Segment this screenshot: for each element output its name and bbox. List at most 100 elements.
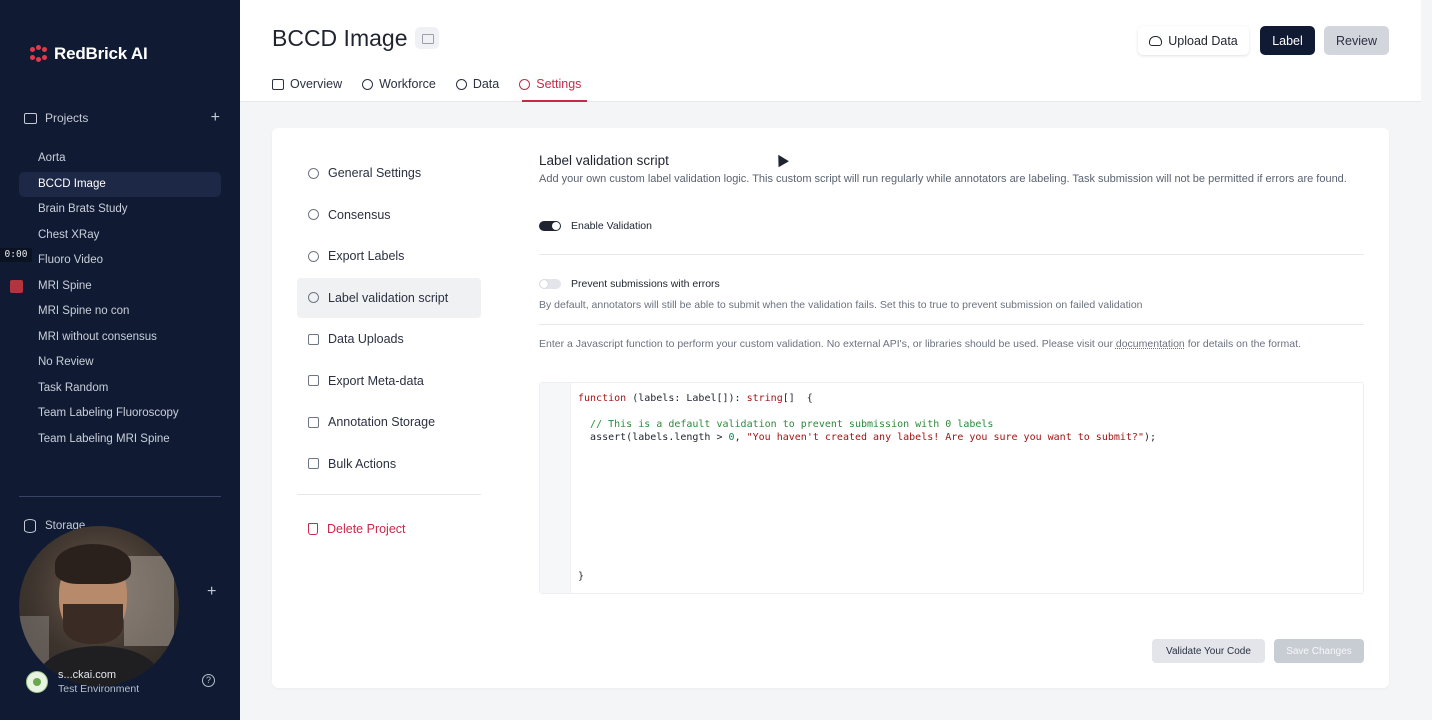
webcam-overlay <box>19 526 179 686</box>
nav-label: Bulk Actions <box>328 456 397 471</box>
page-title: BCCD Image <box>272 25 408 51</box>
user-environment: Test Environment <box>58 683 140 695</box>
prevent-submission-label: Prevent submissions with errors <box>571 278 720 290</box>
project-item[interactable]: MRI Spine <box>19 274 221 300</box>
documentation-link[interactable]: documentation <box>1116 338 1185 350</box>
consensus-icon <box>308 209 319 220</box>
help-icon[interactable]: ? <box>202 674 215 687</box>
save-changes-button[interactable]: Save Changes <box>1274 639 1364 663</box>
database-icon <box>24 519 36 533</box>
projects-label: Projects <box>45 111 89 125</box>
project-tabs: Overview Workforce Data Settings <box>272 74 581 94</box>
settings-nav-annotation-storage[interactable]: Annotation Storage <box>297 402 481 442</box>
project-item[interactable]: No Review <box>19 350 221 376</box>
gear-icon <box>308 167 319 179</box>
instructions-text: Enter a Javascript function to perform y… <box>539 338 1364 350</box>
nav-label: Export Labels <box>328 249 405 263</box>
settings-nav: General Settings Consensus Export Labels… <box>297 153 481 550</box>
nav-label: Data Uploads <box>328 332 404 346</box>
add-icon[interactable]: + <box>207 583 216 601</box>
folder-icon <box>24 112 37 124</box>
trash-icon <box>308 522 318 535</box>
upload-data-label: Upload Data <box>1168 33 1238 48</box>
tab-label: Workforce <box>379 77 436 91</box>
nav-label: Export Meta-data <box>328 373 424 388</box>
avatar <box>26 671 48 693</box>
section-description: Add your own custom label validation log… <box>539 173 1347 185</box>
project-item[interactable]: Team Labeling Fluoroscopy <box>19 401 221 427</box>
project-item[interactable]: Team Labeling MRI Spine <box>19 427 221 453</box>
instructions-pre: Enter a Javascript function to perform y… <box>539 338 1113 350</box>
upload-data-button[interactable]: Upload Data <box>1138 26 1249 55</box>
project-item[interactable]: Task Random <box>19 376 221 402</box>
enable-validation-row: Enable Validation <box>539 220 1364 232</box>
gear-icon <box>519 78 531 90</box>
settings-nav-export-labels[interactable]: Export Labels <box>297 236 481 276</box>
file-icon <box>308 375 319 386</box>
code-content[interactable]: function (labels: Label[]): string[] { /… <box>578 392 1156 444</box>
logo-icon <box>30 45 48 63</box>
settings-card: General Settings Consensus Export Labels… <box>272 128 1389 688</box>
nav-divider <box>297 493 481 495</box>
settings-nav-export-metadata[interactable]: Export Meta-data <box>297 361 481 401</box>
tab-label: Overview <box>290 77 343 91</box>
cloud-upload-icon <box>1149 35 1163 46</box>
project-item[interactable]: Brain Brats Study <box>19 197 221 223</box>
sidebar: RedBrick AI Projects + Aorta BCCD Image … <box>0 0 240 720</box>
storage-icon <box>308 416 319 428</box>
tab-label: Settings <box>536 77 582 91</box>
divider <box>539 254 1364 255</box>
project-list: Aorta BCCD Image Brain Brats Study Chest… <box>19 146 221 452</box>
nav-label: Annotation Storage <box>328 415 436 429</box>
folder-icon <box>272 78 284 90</box>
projects-header[interactable]: Projects + <box>24 110 220 126</box>
project-item[interactable]: Fluoro Video <box>19 248 221 274</box>
settings-nav-label-validation[interactable]: Label validation script <box>297 277 481 318</box>
user-icon <box>362 78 374 90</box>
tab-workforce[interactable]: Workforce <box>362 74 436 94</box>
page-header: BCCD Image Upload Data Label Review Over… <box>240 0 1421 102</box>
brand-logo[interactable]: RedBrick AI <box>30 44 148 64</box>
nav-label: General Settings <box>328 166 422 180</box>
project-item-active[interactable]: BCCD Image <box>19 171 221 197</box>
user-email: s...ckai.com <box>58 669 117 681</box>
database-icon <box>308 333 319 345</box>
review-button[interactable]: Review <box>1324 26 1389 55</box>
prevent-submission-row: Prevent submissions with errors <box>539 278 1364 290</box>
validate-code-button[interactable]: Validate Your Code <box>1152 639 1265 663</box>
enable-validation-label: Enable Validation <box>571 220 652 232</box>
data-icon <box>455 78 467 90</box>
settings-nav-data-uploads[interactable]: Data Uploads <box>297 319 481 359</box>
add-project-icon[interactable]: + <box>211 110 220 126</box>
script-icon <box>308 292 319 303</box>
project-item[interactable]: MRI Spine no con <box>19 299 221 325</box>
active-tab-indicator <box>522 100 587 102</box>
prevent-submission-description: By default, annotators will still be abl… <box>539 299 1143 311</box>
code-closing-brace[interactable]: } <box>578 571 584 582</box>
tab-overview[interactable]: Overview <box>272 74 342 94</box>
validation-panel: Label validation script Add your own cus… <box>539 153 1364 594</box>
tab-settings[interactable]: Settings <box>519 74 581 94</box>
record-stop-icon[interactable] <box>10 280 23 293</box>
code-editor[interactable]: function (labels: Label[]): string[] { /… <box>539 382 1364 594</box>
project-item[interactable]: Chest XRay <box>19 223 221 249</box>
settings-nav-general[interactable]: General Settings <box>297 153 481 193</box>
delete-project-label: Delete Project <box>327 521 406 536</box>
layers-icon <box>308 458 319 469</box>
label-button[interactable]: Label <box>1260 26 1315 55</box>
divider <box>539 324 1364 325</box>
editor-gutter <box>540 383 571 593</box>
settings-nav-bulk-actions[interactable]: Bulk Actions <box>297 444 481 484</box>
user-profile[interactable]: s...ckai.com Test Environment ? <box>26 669 222 695</box>
settings-nav-consensus[interactable]: Consensus <box>297 195 481 235</box>
delete-project-button[interactable]: Delete Project <box>297 509 481 549</box>
prevent-submission-toggle[interactable] <box>539 279 561 289</box>
nav-label: Consensus <box>328 207 391 222</box>
project-item[interactable]: Aorta <box>19 146 221 172</box>
enable-validation-toggle[interactable] <box>539 221 561 231</box>
tab-data[interactable]: Data <box>455 74 499 94</box>
section-title: Label validation script <box>539 153 669 168</box>
nav-label: Label validation script <box>328 290 449 305</box>
project-type-icon[interactable] <box>415 27 439 49</box>
project-item[interactable]: MRI without consensus <box>19 325 221 351</box>
